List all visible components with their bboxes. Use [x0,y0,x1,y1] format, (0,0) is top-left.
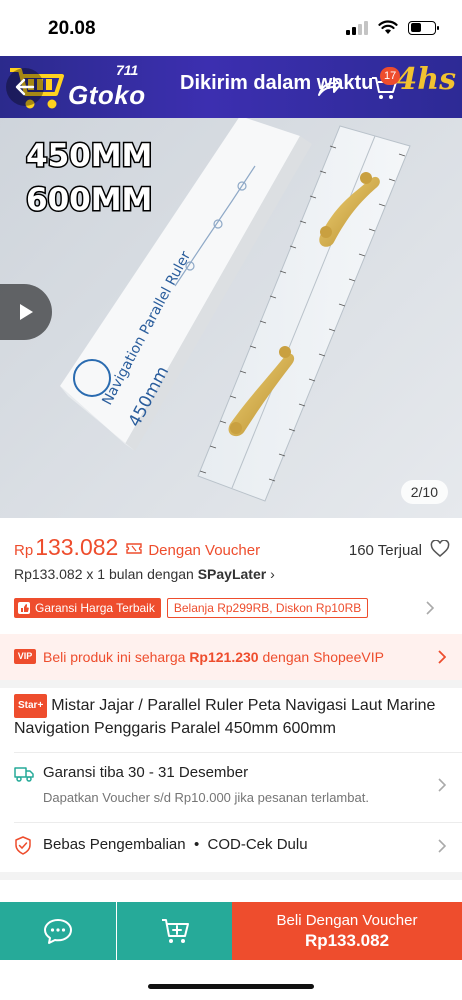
discount-tag: Belanja Rp299RB, Diskon Rp10RB [166,598,369,618]
bottom-action-bar: Beli Dengan Voucher Rp133.082 [0,902,462,960]
logo-name: Gtoko [68,80,146,110]
product-title-text: Mistar Jajar / Parallel Ruler Peta Navig… [14,697,436,737]
sold-count: 160 Terjual [348,542,422,559]
thumbs-up-icon [18,602,30,614]
buy-label: Beli Dengan Voucher [276,911,418,929]
vip-text: Beli produk ini seharga Rp121.230 dengan… [43,649,384,665]
vip-badge: VIP [14,649,36,664]
paylater-arrow: › [270,566,275,582]
status-time: 20.08 [48,18,96,39]
buy-with-voucher-button[interactable]: Beli Dengan Voucher Rp133.082 [232,902,462,960]
returns-text: Bebas Pengembalian • COD-Cek Dulu [43,836,308,853]
back-button[interactable] [6,68,44,106]
paylater-text: Rp133.082 x 1 bulan dengan [14,566,198,582]
shipping-title: Garansi tiba 30 - 31 Desember [43,764,249,781]
shield-check-icon [15,836,31,855]
heart-icon[interactable] [430,540,450,558]
returns-row[interactable]: Bebas Pengembalian • COD-Cek Dulu [0,828,462,864]
price-row: Rp 133.082 Dengan Voucher 160 Terjual [14,534,450,564]
buy-price: Rp133.082 [304,930,390,950]
truck-icon [14,767,34,782]
status-bar: 20.08 [0,0,462,56]
price-currency: Rp [14,542,34,559]
share-icon [318,77,341,96]
paylater-row[interactable]: Rp133.082 x 1 bulan dengan SPayLater › [14,566,275,582]
shipping-guarantee-row[interactable]: Garansi tiba 30 - 31 Desember Dapatkan V… [0,760,462,820]
section-divider [0,680,462,688]
divider [14,822,462,823]
chevron-right-icon [438,650,446,664]
chevron-right-icon [426,601,434,615]
product-title: Star+ Mistar Jajar / Parallel Ruler Peta … [14,694,450,740]
voucher-icon [126,543,143,554]
share-button[interactable] [312,70,346,104]
brand-4hs: 4hs [396,62,456,97]
chat-icon [44,919,72,944]
arrow-left-icon [15,78,35,96]
battery-icon [408,20,439,35]
shipping-subtitle: Dapatkan Voucher s/d Rp10.000 jika pesan… [43,790,369,805]
size-label-600: 600MM [24,181,153,220]
shopee-vip-banner[interactable]: VIP Beli produk ini seharga Rp121.230 de… [0,634,462,680]
logo-number: 711 [116,62,139,78]
voucher-label: Dengan Voucher [148,542,261,559]
best-price-label: Garansi Harga Terbaik [35,601,155,615]
section-divider [0,872,462,880]
signal-icon [346,20,368,35]
chevron-right-icon [438,839,446,853]
status-icons [346,20,439,35]
promo-tags-row[interactable]: Garansi Harga Terbaik Belanja Rp299RB, D… [14,598,450,618]
price-amount: 133.082 [35,534,119,560]
vip-price: Rp121.230 [189,649,259,665]
home-indicator[interactable] [148,984,314,989]
play-icon [20,304,33,320]
paylater-brand: SPayLater [197,566,267,582]
chevron-right-icon [438,778,446,792]
divider [14,752,462,753]
size-label-450: 450MM [24,137,153,176]
product-photo: Navigation Parallel Ruler 450mm [0,56,462,518]
add-cart-icon [161,919,189,943]
cart-count-badge: 17 [380,67,401,85]
image-counter: 2/10 [400,480,448,504]
star-plus-badge: Star+ [14,694,48,718]
add-to-cart-button[interactable] [117,902,232,960]
best-price-tag: Garansi Harga Terbaik [14,598,161,618]
chat-button[interactable] [0,902,116,960]
wifi-icon [378,20,398,34]
store-banner: 711 Gtoko Dikirim dalam waktu 4hs 17 [0,56,462,118]
product-image-carousel[interactable]: Navigation Parallel Ruler 450mm 711 Gtok… [0,56,462,518]
